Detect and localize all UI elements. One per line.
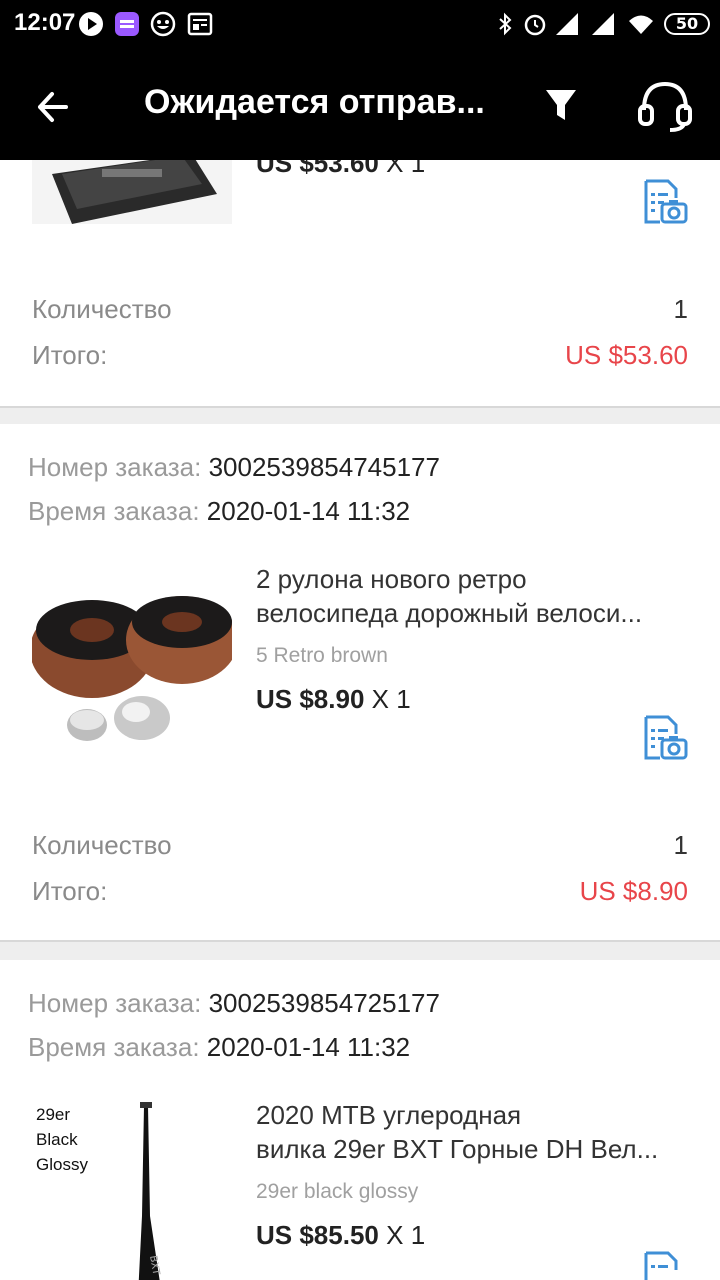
order-time-label: Время заказа: (28, 496, 200, 526)
product-image-caption: 29er Black Glossy (36, 1105, 88, 1174)
order-time-label: Время заказа: (28, 1032, 200, 1062)
product-image[interactable]: BXT 29er Black Glossy (32, 1096, 232, 1280)
total-value: US $8.90 (579, 876, 688, 906)
product-sku: 5 Retro brown (256, 644, 388, 667)
total-label: Итого: (32, 876, 108, 906)
product-image[interactable] (32, 560, 232, 760)
quantity-value: 1 (673, 294, 688, 324)
quantity-row: Количество 1 (32, 830, 688, 861)
status-time: 12:07 (14, 9, 76, 36)
total-row: Итого: US $8.90 (32, 876, 688, 907)
total-value: US $53.60 (565, 340, 688, 370)
app-notification-icon (115, 12, 139, 36)
order-card[interactable]: Номер заказа: 3002539854745177 Время зак… (0, 424, 720, 942)
status-bar: 12:07 50 (0, 0, 720, 50)
product-sku: 29er black glossy (256, 1180, 419, 1203)
signal-icon-2 (592, 13, 614, 35)
photo-review-icon[interactable] (640, 178, 688, 226)
photo-review-icon[interactable] (640, 714, 688, 762)
battery-indicator: 50 (664, 13, 710, 35)
order-card[interactable]: US $53.60 X 1 Количество 1 Итого: US $53… (0, 160, 720, 408)
order-number-line: Номер заказа: 3002539854745177 (28, 452, 440, 483)
photo-review-icon[interactable] (640, 1250, 688, 1280)
order-time-value: 2020-01-14 11:32 (206, 1032, 411, 1062)
product-title[interactable]: 2 рулона нового ретро велосипеда дорожны… (256, 562, 686, 630)
order-card[interactable]: Номер заказа: 3002539854725177 Время зак… (0, 960, 720, 1280)
product-title[interactable]: 2020 MTB углеродная вилка 29er BXT Горны… (256, 1098, 686, 1166)
order-number-label: Номер заказа: (28, 452, 202, 482)
play-icon (79, 12, 103, 36)
filter-icon[interactable] (540, 84, 582, 126)
order-time-line: Время заказа: 2020-01-14 11:32 (28, 1032, 410, 1063)
quantity-value: 1 (673, 830, 688, 860)
orders-list[interactable]: US $53.60 X 1 Количество 1 Итого: US $53… (0, 160, 720, 1280)
total-label: Итого: (32, 340, 108, 370)
page-title: Ожидается отправ... (144, 83, 485, 121)
order-time-line: Время заказа: 2020-01-14 11:32 (28, 496, 410, 527)
headset-support-icon[interactable] (634, 74, 696, 136)
quantity-label: Количество (32, 830, 172, 860)
emoji-icon (150, 11, 176, 37)
product-price-line: US $53.60 X 1 (256, 160, 426, 178)
news-icon (187, 12, 213, 36)
signal-icon (556, 13, 578, 35)
order-number-value: 3002539854725177 (208, 988, 440, 1018)
alarm-icon (524, 14, 546, 36)
product-image[interactable] (32, 160, 232, 224)
order-time-value: 2020-01-14 11:32 (206, 496, 411, 526)
back-arrow-icon[interactable] (30, 82, 80, 132)
quantity-label: Количество (32, 294, 172, 324)
total-row: Итого: US $53.60 (32, 340, 688, 371)
wifi-icon (629, 15, 653, 34)
product-price-line: US $8.90 X 1 (256, 684, 411, 714)
order-number-value: 3002539854745177 (208, 452, 440, 482)
app-bar: Ожидается отправ... (0, 50, 720, 160)
order-number-label: Номер заказа: (28, 988, 202, 1018)
bluetooth-icon (499, 12, 512, 36)
quantity-row: Количество 1 (32, 294, 688, 325)
order-number-line: Номер заказа: 3002539854725177 (28, 988, 440, 1019)
product-price-line: US $85.50 X 1 (256, 1220, 426, 1250)
